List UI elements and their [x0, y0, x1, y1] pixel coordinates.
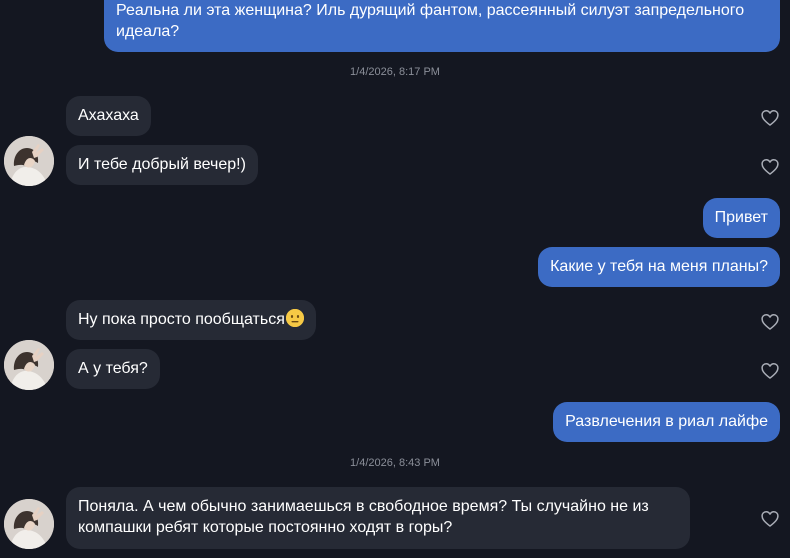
heart-icon[interactable] [760, 312, 780, 332]
incoming-message[interactable]: А у тебя? [66, 349, 160, 389]
outgoing-message[interactable]: Какие у тебя на меня планы? [538, 247, 780, 287]
avatar-image [4, 136, 54, 186]
incoming-message[interactable]: Ну пока просто пообщаться [66, 300, 316, 340]
chat-thread: Реальна ли эта женщина? Иль дурящий фант… [0, 0, 790, 558]
message-timestamp: 1/4/2026, 8:43 PM [350, 457, 440, 469]
incoming-message[interactable]: Поняла. А чем обычно занимаешься в свобо… [66, 487, 690, 549]
heart-icon[interactable] [760, 157, 780, 177]
message-text: Ну пока просто пообщаться [78, 311, 285, 328]
heart-icon[interactable] [760, 361, 780, 381]
incoming-message[interactable]: Ахахаха [66, 96, 151, 136]
contact-avatar[interactable] [4, 499, 54, 549]
contact-avatar[interactable] [4, 340, 54, 390]
message-line: Поняла. А чем обычно занимаешься в свобо… [78, 498, 649, 515]
outgoing-message[interactable]: Привет [702, 198, 780, 238]
heart-icon[interactable] [760, 509, 780, 529]
outgoing-message[interactable]: Развлечения в риал лайфе [553, 402, 780, 442]
message-line: идеала? [116, 23, 180, 40]
message-line: Реальна ли эта женщина? Иль дурящий фант… [116, 2, 745, 19]
incoming-message[interactable]: И тебе добрый вечер!) [66, 145, 258, 185]
avatar-image [4, 499, 54, 549]
message-timestamp: 1/4/2026, 8:17 PM [350, 66, 440, 78]
neutral-face-emoji-icon [285, 309, 304, 327]
message-line: компашки ребят которые постоянно ходят в… [78, 519, 453, 536]
contact-avatar[interactable] [4, 136, 54, 186]
heart-icon[interactable] [760, 108, 780, 128]
outgoing-message[interactable]: Реальна ли эта женщина? Иль дурящий фант… [104, 0, 780, 52]
avatar-image [4, 340, 54, 390]
